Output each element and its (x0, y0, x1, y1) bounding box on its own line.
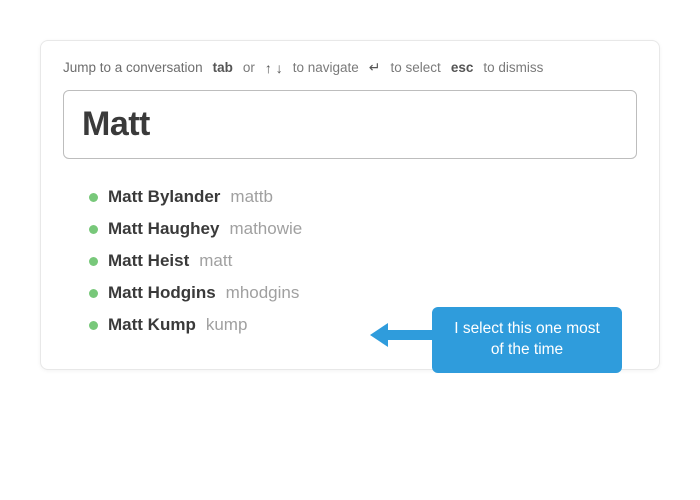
result-item[interactable]: Matt Heist matt (89, 245, 637, 277)
annotation-arrow-icon (370, 320, 434, 350)
annotation-text: I select this one most of the time (454, 320, 600, 358)
result-handle: matt (199, 251, 232, 271)
hint-enter-key: ↵ (369, 59, 381, 76)
hint-or: or (243, 60, 255, 75)
keyboard-hints: Jump to a conversation tab or ↑ ↓ to nav… (63, 59, 637, 76)
result-handle: mathowie (229, 219, 302, 239)
hint-arrow-keys: ↑ ↓ (265, 60, 283, 76)
result-name: Matt Haughey (108, 219, 219, 239)
result-name: Matt Hodgins (108, 283, 216, 303)
result-handle: kump (206, 315, 248, 335)
search-input[interactable] (82, 105, 618, 144)
annotation-callout: I select this one most of the time (432, 307, 622, 373)
hint-select: to select (391, 60, 441, 75)
hint-lead: Jump to a conversation (63, 60, 203, 75)
hint-navigate: to navigate (293, 60, 359, 75)
presence-active-icon (89, 193, 98, 202)
hint-dismiss: to dismiss (483, 60, 543, 75)
result-name: Matt Kump (108, 315, 196, 335)
result-name: Matt Heist (108, 251, 189, 271)
result-handle: mattb (230, 187, 273, 207)
result-item[interactable]: Matt Haughey mathowie (89, 213, 637, 245)
presence-active-icon (89, 225, 98, 234)
search-box[interactable] (63, 90, 637, 159)
result-item[interactable]: Matt Bylander mattb (89, 181, 637, 213)
hint-esc-key: esc (451, 60, 474, 75)
presence-active-icon (89, 321, 98, 330)
result-name: Matt Bylander (108, 187, 220, 207)
presence-active-icon (89, 257, 98, 266)
presence-active-icon (89, 289, 98, 298)
result-handle: mhodgins (226, 283, 300, 303)
hint-tab-key: tab (213, 60, 233, 75)
result-item[interactable]: Matt Hodgins mhodgins (89, 277, 637, 309)
